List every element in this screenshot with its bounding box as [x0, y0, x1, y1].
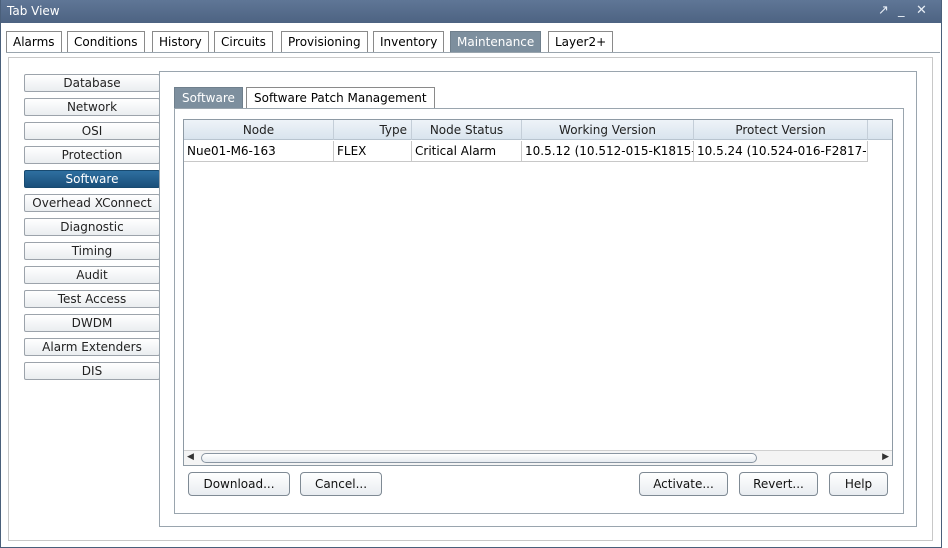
- cancel-button[interactable]: Cancel...: [300, 472, 382, 496]
- tab-inventory[interactable]: Inventory: [373, 31, 445, 53]
- window-title: Tab View: [7, 4, 60, 18]
- column-header-type[interactable]: Type: [334, 120, 412, 140]
- sidebar-item-overhead-xconnect[interactable]: Overhead XConnect: [24, 194, 160, 212]
- sidebar-item-test-access[interactable]: Test Access: [24, 290, 160, 308]
- cell-protect-version: 10.5.24 (10.524-016-F2817-F...: [694, 141, 868, 162]
- column-header-protect-version[interactable]: Protect Version: [694, 120, 868, 140]
- column-header-working-version[interactable]: Working Version: [522, 120, 694, 140]
- sidebar-item-osi[interactable]: OSI: [24, 122, 160, 140]
- minimize-icon[interactable]: _: [898, 3, 905, 18]
- tab-alarms[interactable]: Alarms: [6, 31, 62, 53]
- scroll-left-arrow-icon[interactable]: ◀: [187, 452, 194, 462]
- help-button[interactable]: Help: [829, 472, 888, 496]
- restore-icon[interactable]: ↗: [878, 3, 889, 18]
- title-bar[interactable]: Tab View ↗ _ ✕: [1, 0, 941, 23]
- sidebar-item-network[interactable]: Network: [24, 98, 160, 116]
- sidebar-item-alarm-extenders[interactable]: Alarm Extenders: [24, 338, 160, 356]
- tab-software-patch-management[interactable]: Software Patch Management: [246, 87, 435, 109]
- tab-maintenance[interactable]: Maintenance: [450, 31, 542, 53]
- scrollbar-thumb[interactable]: [201, 453, 757, 463]
- table-row[interactable]: Nue01-M6-163 FLEX Critical Alarm 10.5.12…: [184, 141, 892, 162]
- revert-button[interactable]: Revert...: [739, 472, 818, 496]
- tab-circuits[interactable]: Circuits: [214, 31, 273, 53]
- cell-type: FLEX: [334, 141, 412, 162]
- sidebar-item-diagnostic[interactable]: Diagnostic: [24, 218, 160, 236]
- table-header: Node Type Node Status Working Version Pr…: [184, 120, 892, 140]
- activate-button[interactable]: Activate...: [639, 472, 728, 496]
- scroll-right-arrow-icon[interactable]: ▶: [882, 452, 889, 462]
- cell-node-status: Critical Alarm: [412, 141, 522, 162]
- tab-bar-divider: [6, 52, 940, 53]
- tab-software[interactable]: Software: [174, 87, 243, 109]
- column-header-node-status[interactable]: Node Status: [412, 120, 522, 140]
- tab-conditions[interactable]: Conditions: [67, 31, 145, 53]
- sidebar-item-software[interactable]: Software: [24, 170, 160, 188]
- tab-layer2plus[interactable]: Layer2+: [548, 31, 614, 53]
- sidebar-item-protection[interactable]: Protection: [24, 146, 160, 164]
- sidebar-item-timing[interactable]: Timing: [24, 242, 160, 260]
- cell-node: Nue01-M6-163: [184, 141, 334, 162]
- sidebar-item-dis[interactable]: DIS: [24, 362, 160, 380]
- column-header-node[interactable]: Node: [184, 120, 334, 140]
- tab-history[interactable]: History: [152, 31, 209, 53]
- software-table: Node Type Node Status Working Version Pr…: [183, 119, 893, 466]
- sidebar-item-audit[interactable]: Audit: [24, 266, 160, 284]
- sidebar-item-dwdm[interactable]: DWDM: [24, 314, 160, 332]
- sidebar-item-database[interactable]: Database: [24, 74, 160, 92]
- close-icon[interactable]: ✕: [916, 3, 927, 18]
- download-button[interactable]: Download...: [188, 472, 290, 496]
- horizontal-scrollbar[interactable]: ◀ ▶: [184, 450, 892, 465]
- cell-working-version: 10.5.12 (10.512-015-K1815-F...: [522, 141, 694, 162]
- tab-provisioning[interactable]: Provisioning: [281, 31, 368, 53]
